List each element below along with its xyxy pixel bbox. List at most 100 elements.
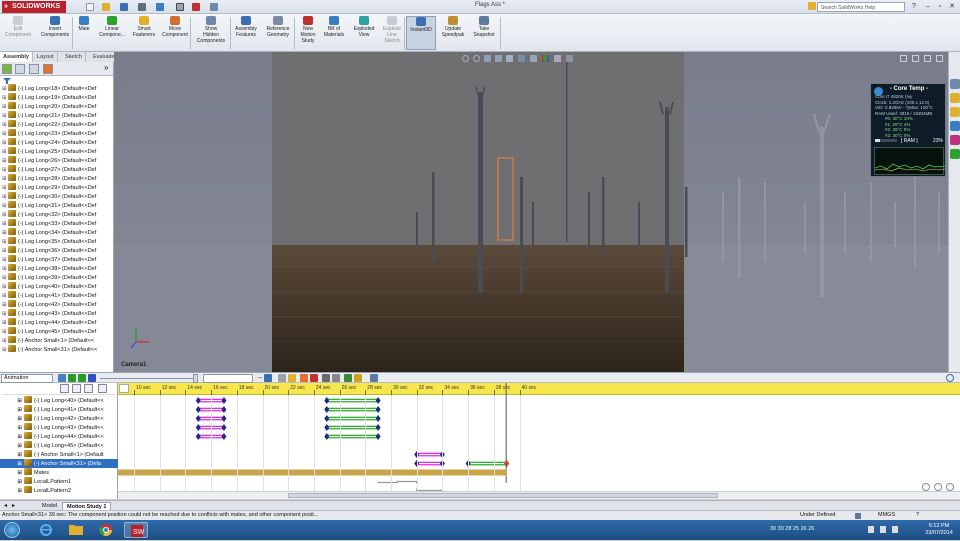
zoom-area-icon[interactable] — [473, 55, 480, 62]
add-key-icon[interactable] — [300, 374, 308, 382]
zoom-out-icon[interactable] — [934, 483, 942, 491]
playback-slider-thumb[interactable] — [193, 374, 198, 383]
help-status-icon[interactable]: ? — [916, 511, 919, 520]
apply-scene-icon[interactable] — [554, 55, 561, 62]
tree-item[interactable]: ⊞ (-) Leg Long<26> (Default<<Def — [0, 156, 113, 165]
previous-view-icon[interactable] — [484, 55, 491, 62]
start-button[interactable] — [4, 522, 20, 538]
playback-speed-select[interactable] — [203, 374, 253, 383]
tree-item[interactable]: ⊞ (-) Leg Long<35> (Default<<Def — [0, 237, 113, 246]
network-icon[interactable] — [868, 526, 874, 533]
tree-item[interactable]: ⊞ (-) Leg Long<18> (Default<<Def — [0, 84, 113, 93]
study-type-select[interactable]: Animation — [1, 374, 53, 383]
motion-tree-item[interactable]: ⊞ (-) Leg Long<44> (Default<< — [0, 432, 118, 441]
tree-item[interactable]: ⊞ (-) Anchor Small<31> (Default<< — [0, 345, 113, 354]
take-snapshot-button[interactable]: Take Snapshot — [470, 16, 498, 50]
expand-icon[interactable]: ⊞ — [0, 460, 24, 468]
expand-icon[interactable]: ⊞ — [0, 406, 24, 414]
help-search-input[interactable]: Search SolidWorks Help — [817, 2, 905, 12]
tab-sketch[interactable]: Sketch — [62, 52, 86, 62]
appearances-scenes-icon[interactable] — [950, 135, 960, 145]
view-orientation-icon[interactable] — [506, 55, 513, 62]
motion-tree-item[interactable]: ⊞ (-) Leg Long<40> (Default<< — [0, 396, 118, 405]
view-palette-icon[interactable] — [950, 121, 960, 131]
motion-tree-item[interactable]: ⊞ (-) Anchor Small<31> (Defa — [0, 459, 118, 468]
instant3d-button[interactable]: Instant3D — [406, 16, 436, 50]
action-center-icon[interactable] — [892, 526, 898, 533]
expand-icon[interactable]: ⊞ — [0, 478, 24, 486]
save-icon[interactable] — [120, 3, 128, 11]
damper-icon[interactable] — [332, 374, 340, 382]
tree-item[interactable]: ⊞ (-) Leg Long<36> (Default<<Def — [0, 246, 113, 255]
timeline-scroll-thumb[interactable] — [288, 493, 718, 498]
stop-icon[interactable] — [88, 374, 96, 382]
property-manager-tab-icon[interactable] — [15, 64, 25, 74]
expand-icon[interactable]: ⊞ — [0, 424, 24, 432]
filter-selected-icon[interactable] — [84, 384, 93, 393]
expand-icon[interactable]: ⊞ — [0, 487, 24, 495]
timeline[interactable]: 10 sec 12 sec 14 sec 16 sec 18 sec 20 sec 22 s… — [118, 383, 960, 499]
tree-item[interactable]: ⊞ (-) Leg Long<24> (Default<<Def — [0, 138, 113, 147]
motion-tree-item[interactable]: ⊞ LocalLPattern2 — [0, 486, 118, 495]
motor-icon[interactable] — [310, 374, 318, 382]
show-hidden-components-button[interactable]: Show Hidden Components — [192, 16, 230, 50]
expand-icon[interactable]: ⊞ — [0, 442, 24, 450]
configuration-manager-tab-icon[interactable] — [29, 64, 39, 74]
internet-explorer-icon[interactable] — [34, 522, 58, 538]
playback-slider[interactable] — [100, 378, 198, 379]
file-properties-icon[interactable] — [210, 3, 218, 11]
tree-item[interactable]: ⊞ (-) Leg Long<34> (Default<<Def — [0, 228, 113, 237]
select-arrow-icon[interactable] — [176, 3, 184, 11]
file-explorer-icon[interactable] — [950, 107, 960, 117]
motion-tree-item[interactable]: ⊞ LocalLPattern1 — [0, 477, 118, 486]
restore-button[interactable]: ▫ — [934, 1, 946, 12]
tree-item[interactable]: ⊞ (-) Leg Long<32> (Default<<Def — [0, 210, 113, 219]
reference-geometry-button[interactable]: Reference Geometry — [262, 16, 294, 50]
tree-item[interactable]: ⊞ (-) Leg Long<42> (Default<<Def — [0, 300, 113, 309]
motion-tree-item[interactable]: ⊞ (-) Leg Long<45> (Default<< — [0, 441, 118, 450]
rebuild-status-icon[interactable] — [855, 513, 861, 519]
tree-item[interactable]: ⊞ (-) Leg Long<23> (Default<<Def — [0, 129, 113, 138]
expand-icon[interactable]: ⊞ — [0, 397, 24, 405]
tree-item[interactable]: ⊞ (-) Leg Long<20> (Default<<Def — [0, 102, 113, 111]
edit-component-button[interactable]: Edit Component — [2, 16, 34, 50]
chrome-icon[interactable] — [94, 522, 118, 538]
new-document-icon[interactable] — [86, 3, 94, 11]
expand-icon[interactable]: ⊞ — [0, 469, 24, 477]
play-from-start-icon[interactable] — [68, 374, 76, 382]
zoom-in-icon[interactable] — [922, 483, 930, 491]
view-settings-icon[interactable] — [566, 55, 573, 62]
tree-item[interactable]: ⊞ (-) Leg Long<43> (Default<<Def — [0, 309, 113, 318]
system-tray-temps[interactable]: 30 30 28 25 26 26 — [770, 526, 814, 532]
zoom-to-fit-timeline-icon[interactable] — [98, 384, 107, 393]
tree-item[interactable]: ⊞ (-) Leg Long<30> (Default<<Def — [0, 192, 113, 201]
explode-line-sketch-button[interactable]: Explode Line Sketch — [380, 16, 404, 50]
insert-components-button[interactable]: Insert Components — [38, 16, 72, 50]
tree-item[interactable]: ⊞ (-) Leg Long<28> (Default<<Def — [0, 174, 113, 183]
rebuild-icon[interactable] — [192, 3, 200, 11]
zoom-fit-icon[interactable] — [946, 483, 954, 491]
tree-item[interactable]: ⊞ (-) Leg Long<37> (Default<<Def — [0, 255, 113, 264]
save-animation-icon[interactable] — [264, 374, 272, 382]
move-component-button[interactable]: Move Component — [158, 16, 192, 50]
assembly-features-button[interactable]: Assembly Features — [232, 16, 260, 50]
tab-layout[interactable]: Layout — [34, 52, 58, 62]
search-scope-icon[interactable] — [808, 2, 816, 10]
tree-item[interactable]: ⊞ (-) Leg Long<29> (Default<<Def — [0, 183, 113, 192]
appearance-tab-icon[interactable] — [43, 64, 53, 74]
edit-appearance-icon[interactable] — [542, 55, 549, 62]
open-folder-icon[interactable] — [102, 3, 110, 11]
animation-wizard-icon[interactable] — [278, 374, 286, 382]
tree-item[interactable]: ⊞ (-) Leg Long<40> (Default<<Def — [0, 282, 113, 291]
tile-view-icon[interactable] — [912, 55, 919, 62]
spring-icon[interactable] — [322, 374, 330, 382]
file-explorer-icon[interactable] — [64, 522, 88, 538]
tree-item[interactable]: ⊞ (-) Leg Long<33> (Default<<Def — [0, 219, 113, 228]
exploded-view-button[interactable]: Exploded View — [350, 16, 378, 50]
minimize-button[interactable]: – — [922, 1, 934, 12]
filter-driving-icon[interactable] — [72, 384, 81, 393]
tree-item[interactable]: ⊞ (-) Leg Long<21> (Default<<Def — [0, 111, 113, 120]
filter-animated-icon[interactable] — [60, 384, 69, 393]
gravity-icon[interactable] — [354, 374, 362, 382]
tree-item[interactable]: ⊞ (-) Leg Long<27> (Default<<Def — [0, 165, 113, 174]
